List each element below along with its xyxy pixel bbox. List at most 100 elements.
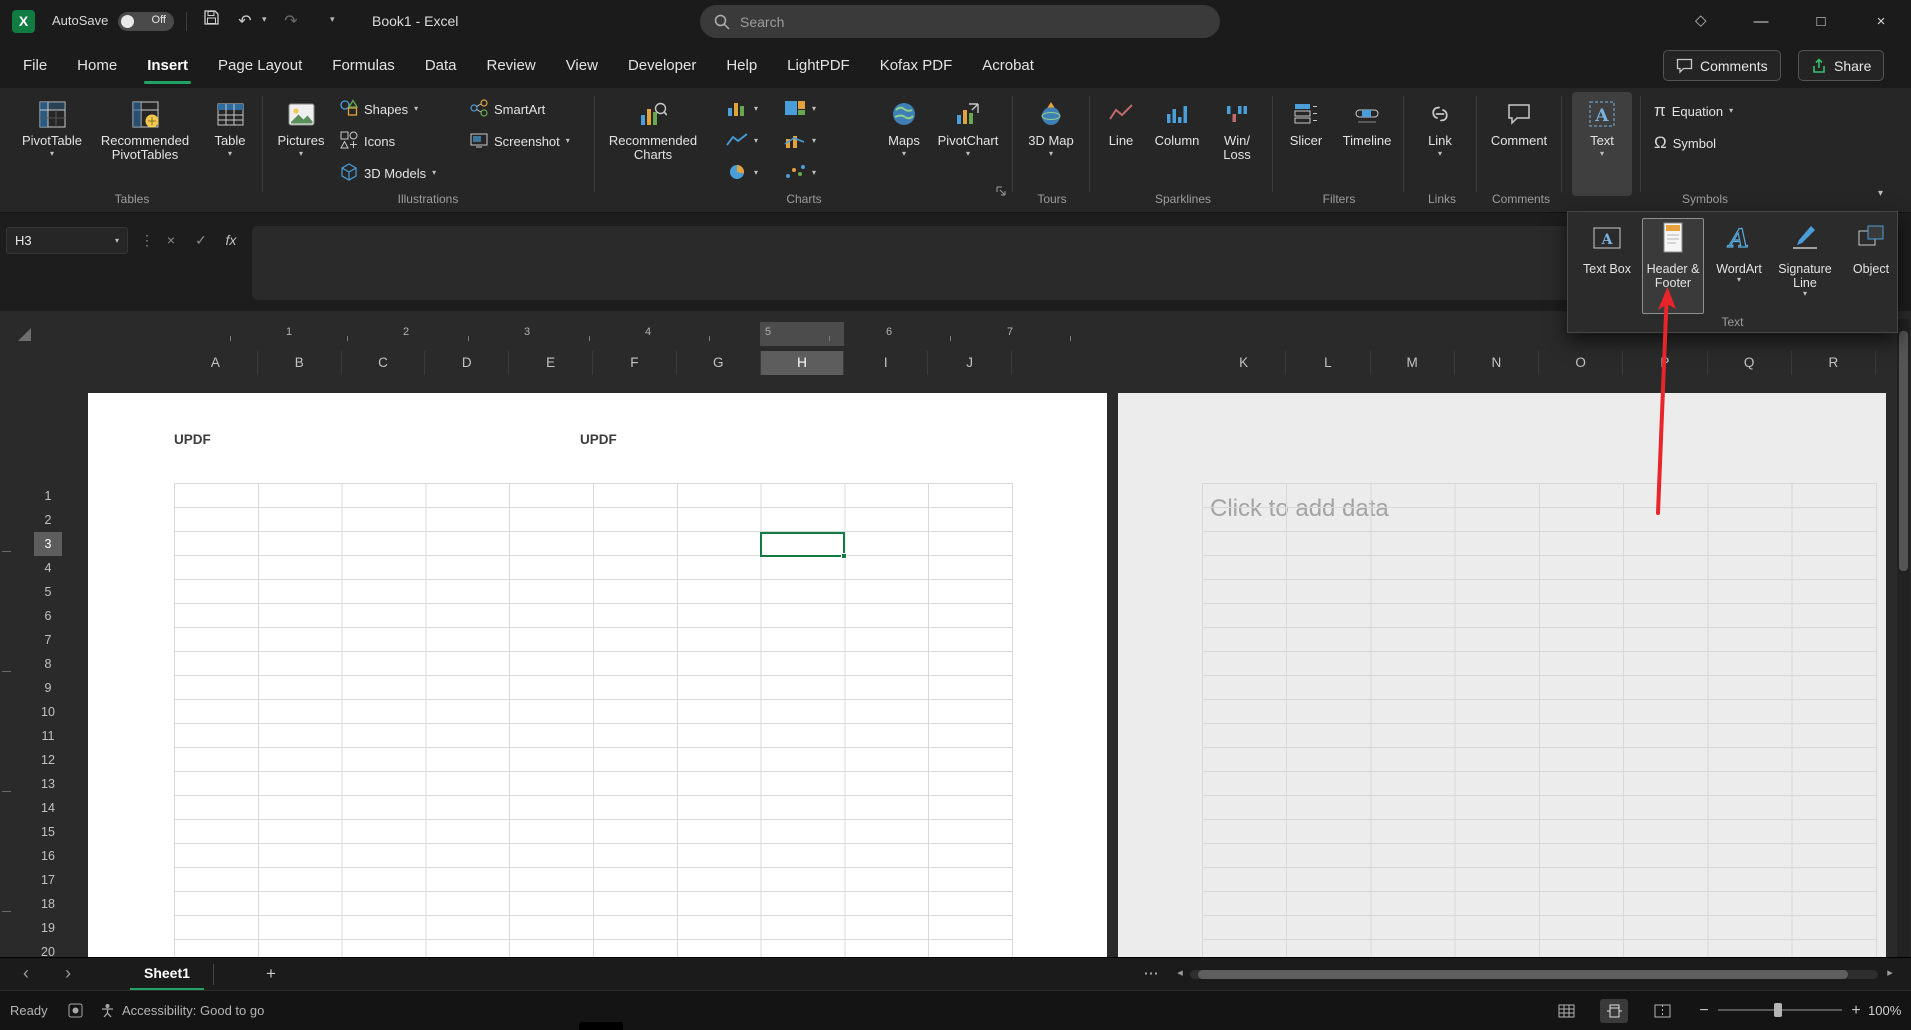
table-button[interactable]: Table ▾ xyxy=(204,92,256,196)
menu-item-wordart[interactable]: A WordArt ▾ xyxy=(1708,218,1770,314)
column-header-m[interactable]: M xyxy=(1371,351,1455,375)
save-button[interactable] xyxy=(196,8,226,36)
sparkline-column-button[interactable]: Column xyxy=(1148,92,1206,196)
comment-button[interactable]: Comment xyxy=(1484,92,1554,196)
ribbon-tab-data[interactable]: Data xyxy=(410,43,472,88)
column-header-i[interactable]: I xyxy=(844,351,928,375)
equation-button[interactable]: π Equation ▾ xyxy=(1650,98,1737,124)
app-options-diamond-icon[interactable]: ◇ xyxy=(1695,11,1707,29)
maps-button[interactable]: Maps ▾ xyxy=(880,92,928,196)
row-header-8[interactable]: 8 xyxy=(34,652,62,676)
row-header-20[interactable]: 20 xyxy=(34,940,62,957)
column-header-e[interactable]: E xyxy=(509,351,593,375)
column-header-g[interactable]: G xyxy=(677,351,761,375)
row-header-11[interactable]: 11 xyxy=(34,724,62,748)
page-header-center[interactable]: UPDF xyxy=(580,432,617,447)
row-header-12[interactable]: 12 xyxy=(34,748,62,772)
row-header-13[interactable]: 13 xyxy=(34,772,62,796)
horizontal-scrollbar[interactable] xyxy=(1190,970,1878,979)
menu-item-header-footer[interactable]: Header & Footer xyxy=(1642,218,1704,314)
column-header-k[interactable]: K xyxy=(1202,351,1286,375)
slicer-button[interactable]: Slicer xyxy=(1280,92,1332,196)
3d-models-button[interactable]: 3D Models ▾ xyxy=(336,160,440,186)
ribbon-tab-developer[interactable]: Developer xyxy=(613,43,711,88)
symbol-button[interactable]: Ω Symbol xyxy=(1650,130,1720,156)
quick-access-customize-chevron[interactable]: ▾ xyxy=(330,14,335,25)
insert-combo-chart-button[interactable]: ▾ xyxy=(780,128,820,154)
sheetbar-more-button[interactable]: ⋯ xyxy=(1138,958,1164,991)
recommended-charts-button[interactable]: Recommended Charts xyxy=(606,92,700,196)
column-header-c[interactable]: C xyxy=(342,351,426,375)
zoom-level[interactable]: 100% xyxy=(1868,991,1901,1030)
confirm-entry-button[interactable]: ✓ xyxy=(188,227,214,254)
normal-view-button[interactable] xyxy=(1552,999,1580,1023)
name-box[interactable]: H3 ▾ xyxy=(6,227,128,254)
ribbon-tab-view[interactable]: View xyxy=(551,43,613,88)
smartart-button[interactable]: SmartArt xyxy=(466,96,549,122)
menu-item-object[interactable]: Object xyxy=(1840,218,1902,314)
maximize-button[interactable]: □ xyxy=(1791,0,1851,43)
link-button[interactable]: Link ▾ xyxy=(1412,92,1468,196)
row-header-5[interactable]: 5 xyxy=(34,580,62,604)
undo-dropdown-chevron[interactable]: ▾ xyxy=(262,14,267,25)
recommended-pivottables-button[interactable]: Recommended PivotTables xyxy=(92,92,198,196)
column-header-l[interactable]: L xyxy=(1286,351,1370,375)
horizontal-scrollbar-thumb[interactable] xyxy=(1198,970,1848,979)
zoom-in-button[interactable]: + xyxy=(1846,991,1866,1030)
pivotchart-button[interactable]: PivotChart ▾ xyxy=(932,92,1004,196)
ribbon-tab-page-layout[interactable]: Page Layout xyxy=(203,43,317,88)
insert-function-button[interactable]: fx xyxy=(218,227,244,254)
column-header-o[interactable]: O xyxy=(1539,351,1623,375)
row-header-1[interactable]: 1 xyxy=(34,484,62,508)
column-header-j[interactable]: J xyxy=(928,351,1012,375)
column-header-b[interactable]: B xyxy=(258,351,342,375)
row-header-7[interactable]: 7 xyxy=(34,628,62,652)
timeline-button[interactable]: Timeline xyxy=(1336,92,1398,196)
share-button[interactable]: Share xyxy=(1798,50,1884,81)
select-all-corner[interactable] xyxy=(18,328,31,341)
sparkline-winloss-button[interactable]: Win/ Loss xyxy=(1210,92,1264,196)
icons-button[interactable]: Icons xyxy=(336,128,399,154)
page-break-view-button[interactable] xyxy=(1648,999,1676,1023)
sheet-grid-page2[interactable] xyxy=(1202,483,1877,957)
zoom-slider-thumb[interactable] xyxy=(1774,1003,1782,1017)
minimize-button[interactable]: — xyxy=(1731,0,1791,43)
autosave-toggle[interactable]: Off xyxy=(118,12,174,31)
text-button[interactable]: A Text ▾ xyxy=(1572,92,1632,196)
column-header-a[interactable]: A xyxy=(174,351,258,375)
page-header-left[interactable]: UPDF xyxy=(174,432,211,447)
new-sheet-button[interactable]: + xyxy=(258,958,284,991)
row-header-6[interactable]: 6 xyxy=(34,604,62,628)
ribbon-tab-review[interactable]: Review xyxy=(472,43,551,88)
ribbon-tab-file[interactable]: File xyxy=(8,43,62,88)
column-header-r[interactable]: R xyxy=(1792,351,1876,375)
hscroll-left-arrow[interactable]: ◂ xyxy=(1172,958,1188,991)
search-input[interactable] xyxy=(740,14,1180,30)
selected-cell-h3[interactable] xyxy=(760,532,845,557)
zoom-out-button[interactable]: − xyxy=(1694,991,1714,1030)
row-header-17[interactable]: 17 xyxy=(34,868,62,892)
insert-hierarchy-chart-button[interactable]: ▾ xyxy=(780,96,820,122)
shapes-button[interactable]: Shapes ▾ xyxy=(336,96,422,122)
ribbon-tab-formulas[interactable]: Formulas xyxy=(317,43,410,88)
pictures-button[interactable]: Pictures ▾ xyxy=(272,92,330,196)
cancel-entry-button[interactable]: × xyxy=(158,227,184,254)
vertical-scrollbar-thumb[interactable] xyxy=(1899,331,1908,571)
ribbon-tab-home[interactable]: Home xyxy=(62,43,132,88)
ribbon-tab-insert[interactable]: Insert xyxy=(132,43,203,88)
insert-line-chart-button[interactable]: ▾ xyxy=(722,128,762,154)
sheet-grid-page1[interactable] xyxy=(174,483,1013,957)
menu-item-text-box[interactable]: A Text Box xyxy=(1576,218,1638,314)
row-header-10[interactable]: 10 xyxy=(34,700,62,724)
undo-button[interactable]: ↶ xyxy=(230,8,260,36)
row-header-2[interactable]: 2 xyxy=(34,508,62,532)
column-header-h[interactable]: H xyxy=(761,351,845,375)
search-box[interactable] xyxy=(700,5,1220,38)
fill-handle[interactable] xyxy=(841,553,847,559)
excel-logo-icon[interactable]: X xyxy=(12,10,35,33)
ribbon-tab-acrobat[interactable]: Acrobat xyxy=(967,43,1049,88)
column-header-n[interactable]: N xyxy=(1455,351,1539,375)
column-header-d[interactable]: D xyxy=(425,351,509,375)
ribbon-tab-lightpdf[interactable]: LightPDF xyxy=(772,43,865,88)
row-header-16[interactable]: 16 xyxy=(34,844,62,868)
